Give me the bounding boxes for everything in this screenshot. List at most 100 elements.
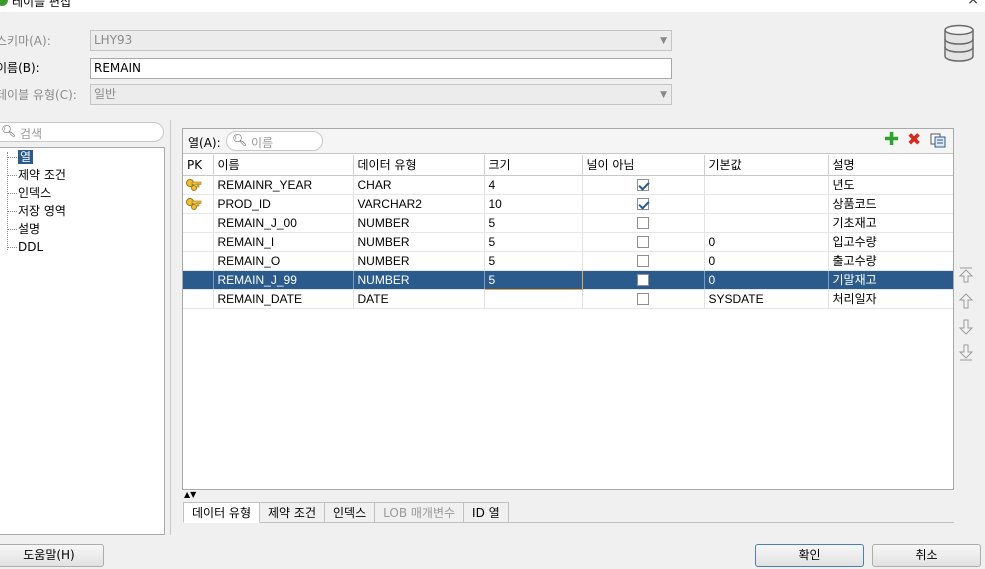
tab-data-type[interactable]: 데이터 유형 <box>183 502 261 523</box>
pk-cell[interactable] <box>183 213 214 233</box>
size-cell[interactable]: 5 <box>484 213 583 233</box>
tree-search-placeholder: 검색 <box>20 127 43 141</box>
table-row[interactable]: PROD_ID VARCHAR2 10 상품코드 <box>183 194 953 214</box>
not-null-checkbox[interactable] <box>637 274 649 287</box>
size-cell[interactable]: 4 <box>484 175 583 195</box>
help-button[interactable]: 도움말(H) <box>0 544 104 567</box>
default-cell[interactable]: 0 <box>704 232 829 252</box>
name-cell[interactable]: REMAIN_J_99 <box>213 270 354 290</box>
tree-item-comment[interactable]: 설명 <box>18 221 40 238</box>
size-cell[interactable]: 5 <box>484 251 583 271</box>
not-null-cell[interactable] <box>582 194 705 214</box>
column-header-size[interactable]: 크기 <box>484 155 583 176</box>
size-cell[interactable]: 5 <box>484 232 583 252</box>
move-top-icon[interactable] <box>958 266 974 284</box>
window-title: 테이블 편집 <box>12 0 72 9</box>
column-search-input[interactable]: 🔍︎ 이름 <box>226 131 323 151</box>
comment-cell[interactable]: 입고수량 <box>828 232 953 252</box>
pk-cell[interactable] <box>183 251 214 271</box>
tree-connector <box>7 211 17 212</box>
move-down-icon[interactable] <box>958 318 974 336</box>
cancel-button[interactable]: 취소 <box>872 544 981 567</box>
not-null-cell[interactable] <box>582 251 705 271</box>
not-null-cell[interactable] <box>582 270 705 290</box>
type-cell[interactable]: VARCHAR2 <box>353 194 485 214</box>
table-row[interactable]: REMAIN_DATE DATE SYSDATE 처리일자 <box>183 289 953 309</box>
name-cell[interactable]: REMAIN_O <box>213 251 354 271</box>
column-header-default[interactable]: 기본값 <box>704 155 829 176</box>
default-cell[interactable]: 0 <box>704 270 829 290</box>
type-cell[interactable]: CHAR <box>353 175 485 195</box>
table-row[interactable]: REMAIN_I NUMBER 5 0 입고수량 <box>183 232 953 252</box>
not-null-checkbox[interactable] <box>637 293 649 306</box>
copy-icon[interactable] <box>930 133 946 148</box>
name-cell[interactable]: REMAIN_J_00 <box>213 213 354 233</box>
name-input[interactable]: REMAIN <box>90 58 672 79</box>
name-cell[interactable]: REMAINR_YEAR <box>213 175 354 195</box>
panel-splitter[interactable] <box>170 120 171 535</box>
not-null-cell[interactable] <box>582 175 705 195</box>
column-header-name[interactable]: 이름 <box>213 155 354 176</box>
column-header-not-null[interactable]: 널이 아님 <box>582 155 705 176</box>
column-header-pk[interactable]: PK <box>183 155 214 176</box>
column-search-placeholder: 이름 <box>251 136 274 150</box>
pk-cell[interactable] <box>183 289 214 309</box>
table-row[interactable]: REMAIN_O NUMBER 5 0 출고수량 <box>183 251 953 271</box>
type-cell[interactable]: NUMBER <box>353 213 485 233</box>
tree-item-indexes[interactable]: 인덱스 <box>18 185 51 202</box>
tree-search-input[interactable]: 🔍︎ 검색 <box>0 122 164 142</box>
tab-constraints[interactable]: 제약 조건 <box>260 502 325 523</box>
size-cell[interactable]: 5 <box>483 269 583 290</box>
comment-cell[interactable]: 기초재고 <box>828 213 953 233</box>
tab-identity-column[interactable]: ID 열 <box>464 502 509 523</box>
type-cell[interactable]: NUMBER <box>353 251 485 271</box>
pk-cell[interactable] <box>183 194 214 214</box>
column-header-comment[interactable]: 설명 <box>828 155 953 176</box>
pk-cell[interactable] <box>183 175 214 195</box>
close-icon[interactable]: × <box>967 0 979 8</box>
size-cell[interactable] <box>484 289 583 309</box>
comment-cell[interactable]: 상품코드 <box>828 194 953 214</box>
not-null-cell[interactable] <box>582 213 705 233</box>
type-cell[interactable]: DATE <box>353 289 485 309</box>
ok-button[interactable]: 확인 <box>755 544 864 567</box>
size-cell[interactable]: 10 <box>484 194 583 214</box>
tree-item-constraints[interactable]: 제약 조건 <box>18 167 66 184</box>
name-cell[interactable]: PROD_ID <box>213 194 354 214</box>
name-cell[interactable]: REMAIN_DATE <box>213 289 354 309</box>
default-cell[interactable]: SYSDATE <box>704 289 829 309</box>
pk-cell[interactable] <box>183 270 214 290</box>
not-null-checkbox[interactable] <box>637 255 649 268</box>
move-up-icon[interactable] <box>958 292 974 310</box>
default-cell[interactable] <box>704 213 829 233</box>
comment-cell[interactable]: 기말재고 <box>828 270 953 290</box>
not-null-checkbox[interactable] <box>637 198 649 211</box>
comment-cell[interactable]: 출고수량 <box>828 251 953 271</box>
not-null-checkbox[interactable] <box>637 236 649 249</box>
comment-cell[interactable]: 년도 <box>828 175 953 195</box>
tab-indexes[interactable]: 인덱스 <box>325 502 376 523</box>
default-cell[interactable] <box>704 194 829 214</box>
name-cell[interactable]: REMAIN_I <box>213 232 354 252</box>
not-null-checkbox[interactable] <box>637 217 649 230</box>
not-null-cell[interactable] <box>582 289 705 309</box>
tree-item-ddl[interactable]: DDL <box>18 239 43 256</box>
not-null-cell[interactable] <box>582 232 705 252</box>
type-cell[interactable]: NUMBER <box>353 270 485 290</box>
default-cell[interactable] <box>704 175 829 195</box>
tree-item-columns[interactable]: 열 <box>18 149 34 166</box>
pk-cell[interactable] <box>183 232 214 252</box>
tree-item-storage[interactable]: 저장 영역 <box>18 203 66 220</box>
comment-cell[interactable]: 처리일자 <box>828 289 953 309</box>
move-bottom-icon[interactable] <box>958 344 974 362</box>
not-null-checkbox[interactable] <box>637 179 649 192</box>
plus-icon[interactable]: ✚ <box>884 131 899 149</box>
delete-icon[interactable]: ✖ <box>907 131 921 149</box>
splitter-arrows-icon[interactable]: ▲▼ <box>184 490 196 499</box>
column-header-type[interactable]: 데이터 유형 <box>353 155 485 176</box>
table-row[interactable]: REMAIN_J_00 NUMBER 5 기초재고 <box>183 213 953 233</box>
table-row[interactable]: REMAINR_YEAR CHAR 4 년도 <box>183 175 953 195</box>
type-cell[interactable]: NUMBER <box>353 232 485 252</box>
default-cell[interactable]: 0 <box>704 251 829 271</box>
table-row[interactable]: REMAIN_J_99 NUMBER 5 0 기말재고 <box>183 269 953 290</box>
